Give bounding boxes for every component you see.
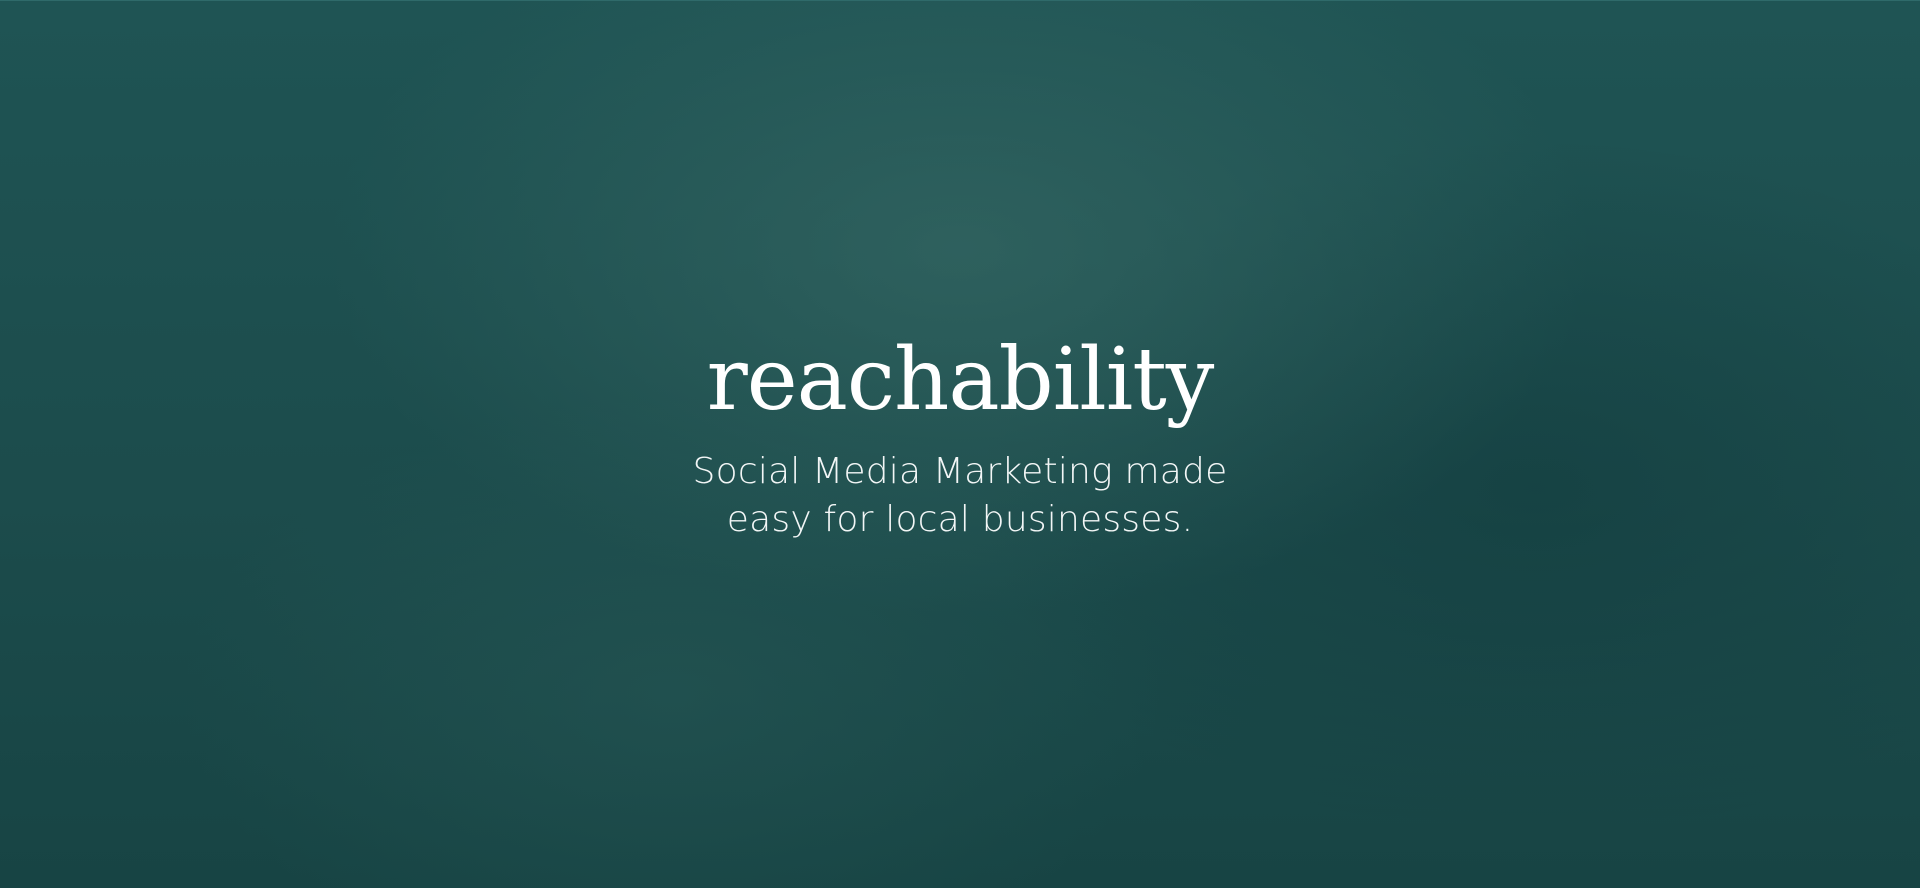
brand-logotype: reachability [706,330,1215,430]
top-border-line [0,0,1920,1]
tagline-line-2: easy for local businesses. [726,499,1194,540]
tagline: Social Media Marketing made easy for loc… [0,448,1920,544]
tagline-line-1: Social Media Marketing made [692,451,1228,492]
page: { "hero": { "brand": "reachability", "ta… [0,0,1920,888]
hero-section: reachability Social Media Marketing made… [0,330,1920,544]
